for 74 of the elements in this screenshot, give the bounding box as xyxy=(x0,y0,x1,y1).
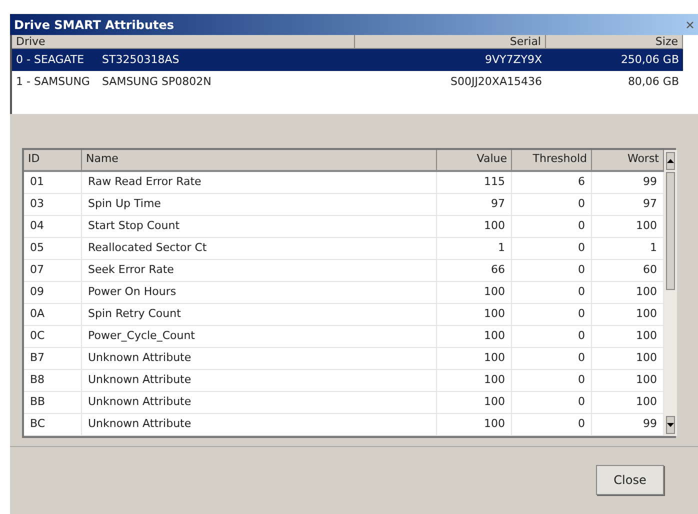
table-cell: 0A xyxy=(24,304,82,325)
column-header[interactable]: Value xyxy=(437,150,512,172)
table-cell: 100 xyxy=(437,370,512,391)
drive-row[interactable]: 0 - SEAGATE ST3250318AS 9VY7ZY9X 250,06 GB xyxy=(12,49,683,72)
table-cell: 04 xyxy=(24,216,82,237)
up-arrow-icon xyxy=(667,158,674,163)
column-header[interactable]: ID xyxy=(24,150,82,172)
drive-size: 80,06 GB xyxy=(626,74,680,90)
drive-serial: S00JJ20XA15436 xyxy=(449,74,543,90)
table-cell: 0 xyxy=(512,216,592,237)
drive-serial: 9VY7ZY9X xyxy=(484,52,543,68)
table-cell: 0 xyxy=(512,326,592,347)
scrollbar[interactable] xyxy=(664,150,677,436)
table-cell: Start Stop Count xyxy=(82,216,437,237)
column-header[interactable]: Threshold xyxy=(512,150,592,172)
table-cell: Unknown Attribute xyxy=(82,414,437,435)
table-cell: 100 xyxy=(437,392,512,413)
drive-name: 0 - SEAGATE xyxy=(15,52,86,68)
table-cell: B7 xyxy=(24,348,82,369)
scroll-down-button[interactable] xyxy=(666,416,675,434)
column-header[interactable]: Serial xyxy=(355,35,546,50)
table-cell: Power On Hours xyxy=(82,282,437,303)
table-cell: 05 xyxy=(24,238,82,259)
table-cell: BC xyxy=(24,414,82,435)
table-cell: 0 xyxy=(512,194,592,215)
down-arrow-icon xyxy=(667,422,674,427)
table-cell: Reallocated Sector Ct xyxy=(82,238,437,259)
window-title: Drive SMART Attributes xyxy=(14,16,174,34)
table-cell: 100 xyxy=(437,414,512,435)
drive-name: 1 - SAMSUNG xyxy=(15,74,91,90)
scroll-thumb[interactable] xyxy=(666,172,675,290)
table-cell: Seek Error Rate xyxy=(82,260,437,281)
table-cell: 6 xyxy=(512,172,592,193)
table-cell: 0 xyxy=(512,370,592,391)
table-cell: 01 xyxy=(24,172,82,193)
table-cell: Spin Up Time xyxy=(82,194,437,215)
scroll-up-button[interactable] xyxy=(666,152,675,170)
table-cell: 0 xyxy=(512,260,592,281)
table-cell: 0 xyxy=(512,414,592,435)
close-icon[interactable] xyxy=(686,20,694,30)
table-cell: Unknown Attribute xyxy=(82,348,437,369)
table-cell: Unknown Attribute xyxy=(82,370,437,391)
column-header[interactable]: Name xyxy=(82,150,437,172)
table-cell: 0 xyxy=(512,392,592,413)
column-header[interactable]: Drive xyxy=(12,35,355,50)
table-cell: 0C xyxy=(24,326,82,347)
drive-model: SAMSUNG SP0802N xyxy=(102,74,212,90)
table-cell: 09 xyxy=(24,282,82,303)
table-cell: 100 xyxy=(437,326,512,347)
table-cell: 97 xyxy=(437,194,512,215)
table-cell: Unknown Attribute xyxy=(82,392,437,413)
table-cell: Raw Read Error Rate xyxy=(82,172,437,193)
table-cell: 0 xyxy=(512,282,592,303)
table-cell: 03 xyxy=(24,194,82,215)
column-header[interactable]: Size xyxy=(546,35,683,50)
table-cell: Spin Retry Count xyxy=(82,304,437,325)
table-cell: BB xyxy=(24,392,82,413)
table-cell: 100 xyxy=(437,304,512,325)
table-cell: 100 xyxy=(437,348,512,369)
table-cell: Power_Cycle_Count xyxy=(82,326,437,347)
drive-size: 250,06 GB xyxy=(620,52,680,68)
drive-model: ST3250318AS xyxy=(102,52,180,68)
table-cell: 1 xyxy=(437,238,512,259)
table-cell: 0 xyxy=(512,238,592,259)
table-cell: 0 xyxy=(512,304,592,325)
table-cell: 100 xyxy=(437,216,512,237)
table-cell: B8 xyxy=(24,370,82,391)
table-cell: 100 xyxy=(437,282,512,303)
table-cell: 0 xyxy=(512,348,592,369)
table-cell: 115 xyxy=(437,172,512,193)
column-header[interactable]: Worst xyxy=(592,150,664,172)
table-cell: 07 xyxy=(24,260,82,281)
close-button[interactable]: Close xyxy=(596,465,664,496)
table-cell: 66 xyxy=(437,260,512,281)
